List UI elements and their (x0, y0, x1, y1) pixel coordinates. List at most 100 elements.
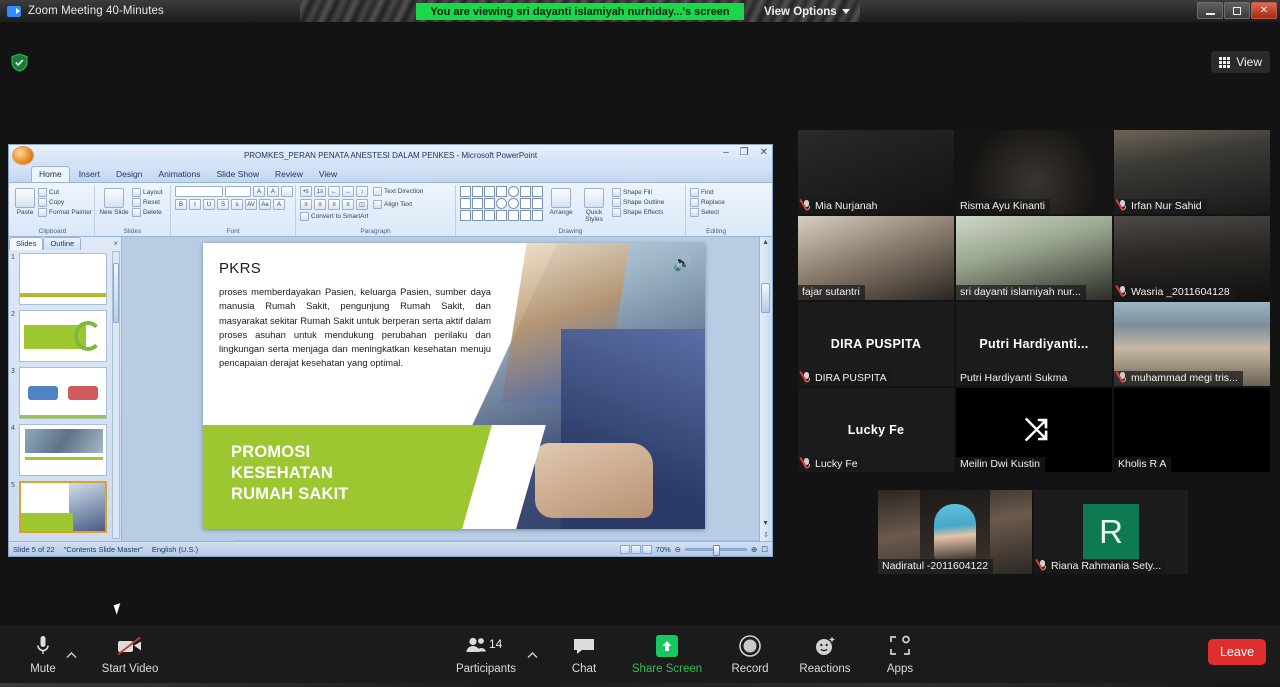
ribbon-tab-home[interactable]: Home (31, 166, 70, 182)
increase-indent-button[interactable]: → (342, 186, 354, 197)
language-indicator[interactable]: English (U.S.) (152, 545, 198, 554)
bold-button[interactable]: B (175, 199, 187, 210)
bullets-button[interactable]: •≡ (300, 186, 312, 197)
slide-thumbnail[interactable] (19, 310, 107, 362)
slide-thumbnail[interactable] (19, 424, 107, 476)
columns-button[interactable]: ◫ (356, 199, 368, 210)
numbering-button[interactable]: 1≡ (314, 186, 326, 197)
notes-pane-splitter[interactable] (235, 537, 759, 541)
view-mode-buttons[interactable] (619, 544, 652, 554)
ribbon-tab-design[interactable]: Design (109, 167, 149, 182)
list-item[interactable]: 2 (11, 310, 117, 362)
find-button[interactable]: Find (690, 188, 725, 197)
clear-formatting-button[interactable] (281, 186, 293, 197)
line-spacing-button[interactable]: ↕ (356, 186, 368, 197)
font-size-select[interactable] (225, 186, 251, 197)
shape-fill-button[interactable]: Shape Fill (612, 188, 664, 197)
participant-tile-riana-rahmania[interactable]: R Riana Rahmania Sety... (1034, 490, 1188, 574)
scroll-thumb[interactable] (761, 283, 770, 313)
scroll-up-icon[interactable]: ▲ (762, 239, 769, 246)
slide-thumbnail[interactable] (19, 253, 107, 305)
ribbon-tab-view[interactable]: View (312, 167, 344, 182)
start-video-button[interactable]: Start Video (93, 633, 167, 675)
decrease-indent-button[interactable]: ← (328, 186, 340, 197)
strikethrough-button[interactable]: S (217, 199, 229, 210)
format-painter-button[interactable]: Format Painter (38, 208, 92, 217)
paste-button[interactable]: Paste (15, 186, 35, 216)
align-center-button[interactable]: ≡ (314, 199, 326, 210)
tab-outline[interactable]: Outline (43, 237, 82, 250)
cut-button[interactable]: Cut (38, 188, 92, 197)
minimize-button[interactable] (1197, 2, 1223, 19)
list-item[interactable]: 3 (11, 367, 117, 419)
ribbon-tab-animations[interactable]: Animations (151, 167, 207, 182)
participant-tile-irfan-nur-sahid[interactable]: Irfan Nur Sahid (1114, 130, 1270, 214)
tab-slides[interactable]: Slides (9, 237, 44, 250)
participant-tile-sri-dayanti-active-speaker[interactable]: sri dayanti islamiyah nur... (956, 216, 1112, 300)
apps-button[interactable]: Apps (863, 633, 937, 675)
arrange-button[interactable]: Arrange (546, 186, 576, 216)
encryption-shield-icon[interactable] (11, 53, 28, 72)
participant-tile-fajar-sutantri[interactable]: fajar sutantri (798, 216, 954, 300)
align-text-button[interactable]: Align Text (373, 199, 412, 210)
reactions-button[interactable]: Reactions (788, 633, 862, 675)
record-button[interactable]: Record (713, 633, 787, 675)
participant-tile-lucky-fe[interactable]: Lucky Fe Lucky Fe (798, 388, 954, 472)
shrink-font-button[interactable]: A (267, 186, 279, 197)
participant-tile-putri-hardiyanti[interactable]: Putri Hardiyanti... Putri Hardiyanti Suk… (956, 302, 1112, 386)
ppt-close-button[interactable]: ✕ (760, 147, 768, 158)
zoom-in-button[interactable]: ⊕ (751, 545, 757, 554)
participant-tile-nadiratul[interactable]: Nadiratul -2011604122 (878, 490, 1032, 574)
ribbon-tab-slideshow[interactable]: Slide Show (209, 167, 266, 182)
list-item[interactable]: 4 (11, 424, 117, 476)
underline-button[interactable]: U (203, 199, 215, 210)
select-button[interactable]: Select (690, 208, 725, 217)
italic-button[interactable]: I (189, 199, 201, 210)
view-options-button[interactable]: View Options (764, 3, 850, 20)
shape-outline-button[interactable]: Shape Outline (612, 198, 664, 207)
font-family-select[interactable] (175, 186, 223, 197)
shapes-gallery[interactable] (460, 186, 543, 221)
slide-thumbnail[interactable] (19, 367, 107, 419)
reset-button[interactable]: Reset (132, 198, 163, 207)
ppt-restore-button[interactable]: ❐ (740, 147, 749, 158)
align-left-button[interactable]: ≡ (300, 199, 312, 210)
shape-effects-button[interactable]: Shape Effects (612, 208, 664, 217)
zoom-slider[interactable] (684, 544, 747, 556)
slide-vertical-scrollbar[interactable]: ▲ ▼ ⇩ (759, 237, 772, 541)
share-screen-button[interactable]: Share Screen (630, 633, 704, 675)
convert-to-smartart-button[interactable]: Convert to SmartArt (300, 212, 368, 221)
chat-button[interactable]: Chat (547, 633, 621, 675)
list-item[interactable]: 1 (11, 253, 117, 305)
participant-tile-muhammad-megi[interactable]: muhammad megi tris... (1114, 302, 1270, 386)
participant-tile-mia-nurjanah[interactable]: Mia Nurjanah (798, 130, 954, 214)
zoom-level[interactable]: 70% (656, 545, 671, 554)
ribbon-tab-insert[interactable]: Insert (72, 167, 107, 182)
participants-chevron-icon[interactable] (527, 646, 538, 664)
participant-tile-meilin-dwi-kustin[interactable]: ⤨ Meilin Dwi Kustin (956, 388, 1112, 472)
layout-button[interactable]: Layout (132, 188, 163, 197)
quick-styles-button[interactable]: Quick Styles (579, 186, 609, 223)
next-slide-icon[interactable]: ⇩ (763, 531, 769, 539)
copy-button[interactable]: Copy (38, 198, 92, 207)
fit-slide-icon[interactable]: ☐ (761, 545, 768, 554)
close-button[interactable]: ✕ (1251, 2, 1277, 19)
zoom-out-button[interactable]: ⊖ (675, 545, 681, 554)
participant-tile-kholis-r-a[interactable]: Kholis R A (1114, 388, 1270, 472)
participant-tile-risma-ayu-kinanti[interactable]: Risma Ayu Kinanti (956, 130, 1112, 214)
audio-options-chevron-icon[interactable] (66, 646, 77, 664)
scroll-down-icon[interactable]: ▼ (762, 520, 769, 527)
ppt-minimize-button[interactable]: – (723, 147, 729, 158)
justify-button[interactable]: ≡ (342, 199, 354, 210)
ribbon-tab-review[interactable]: Review (268, 167, 310, 182)
replace-button[interactable]: Replace (690, 198, 725, 207)
font-color-button[interactable]: A (273, 199, 285, 210)
restore-button[interactable] (1224, 2, 1250, 19)
align-right-button[interactable]: ≡ (328, 199, 340, 210)
delete-slide-button[interactable]: Delete (132, 208, 163, 217)
close-pane-icon[interactable]: × (113, 239, 118, 248)
change-case-button[interactable]: Aa (259, 199, 271, 210)
leave-button[interactable]: Leave (1208, 639, 1266, 665)
participant-tile-wasria[interactable]: Wasria _2011604128 (1114, 216, 1270, 300)
office-orb-icon[interactable] (12, 146, 34, 165)
